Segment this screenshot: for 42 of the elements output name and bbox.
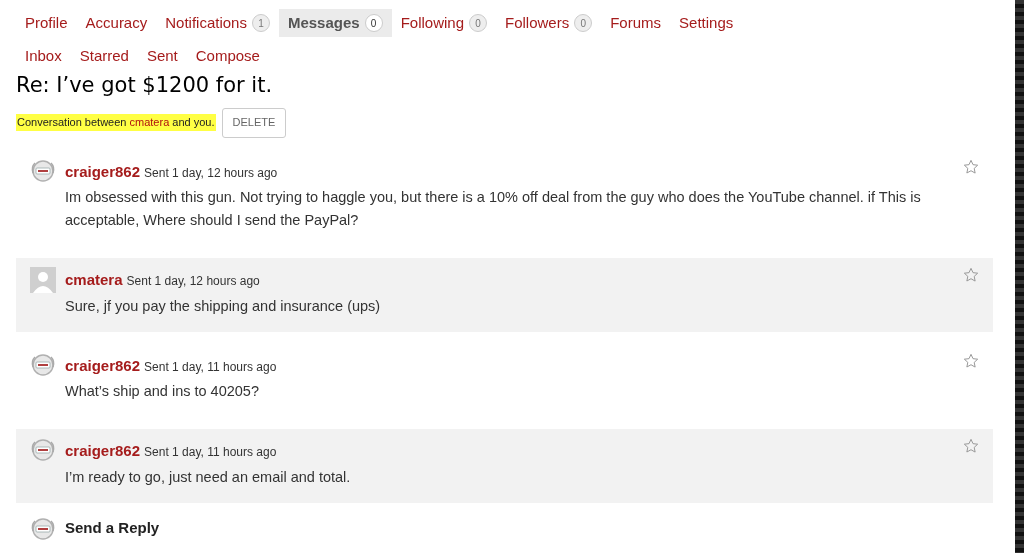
badge-icon (30, 158, 56, 183)
sent-time: Sent 1 day, 11 hours ago (144, 358, 277, 376)
avatar-icon (30, 267, 56, 293)
badge-icon (30, 516, 56, 541)
nav-tab[interactable]: Notifications 1 (156, 9, 279, 37)
nav-tab[interactable]: Following 0 (391, 9, 496, 37)
message-text: I’m ready to go, just need an email and total. (65, 467, 352, 487)
message-text: What’s ship and ins to 40205? (65, 382, 260, 401)
nav-tab[interactable]: Forums (601, 9, 671, 37)
author-name[interactable]: craiger862 (65, 160, 141, 183)
star-icon[interactable] (963, 267, 979, 283)
author-name[interactable]: craiger862 (65, 440, 141, 463)
conversation-info: Conversation between cmatera and you. (16, 114, 216, 131)
author-name[interactable]: craiger862 (65, 354, 141, 377)
reply-heading: Send a Reply (65, 518, 160, 539)
count-badge: 1 (251, 14, 270, 32)
subnav-link[interactable]: Starred (70, 45, 138, 67)
count-badge: 0 (469, 14, 487, 32)
nav-tab[interactable]: Messages 0 (278, 9, 392, 37)
nav-tab[interactable]: Accuracy (76, 9, 157, 37)
nav-tab[interactable]: Settings (670, 9, 743, 37)
star-icon[interactable] (963, 438, 979, 454)
star-icon[interactable] (963, 352, 979, 369)
sent-time: Sent 1 day, 11 hours ago (144, 444, 277, 461)
nav-tab[interactable]: Followers 0 (496, 9, 602, 37)
badge-icon (30, 438, 56, 462)
delete-button[interactable]: DELETE (221, 107, 287, 138)
star-icon[interactable] (963, 158, 979, 175)
sent-time: Sent 1 day, 12 hours ago (144, 164, 278, 182)
subnav-link[interactable]: Inbox (16, 45, 71, 67)
message-text: Im obsessed with this gun. Not trying to haggle you, but there is a 10% off deal from the guy who does the YouTube channel. if This is acceptable, Where should I send the PayPal? (65, 188, 922, 230)
author-name[interactable]: cmatera (65, 269, 123, 292)
count-badge: 0 (364, 14, 383, 32)
user-link[interactable]: cmatera (129, 116, 170, 129)
sent-time: Sent 1 day, 12 hours ago (126, 273, 260, 290)
subnav-link[interactable]: Compose (186, 45, 269, 67)
badge-icon (30, 352, 56, 377)
message-text: Sure, jf you pay the shipping and insurance (ups) (65, 296, 382, 316)
subnav-link[interactable]: Sent (137, 45, 187, 67)
conversation-title: Re: I’ve got $1200 for it. (16, 72, 274, 99)
count-badge: 0 (574, 14, 593, 32)
nav-tab[interactable]: Profile (16, 9, 77, 37)
